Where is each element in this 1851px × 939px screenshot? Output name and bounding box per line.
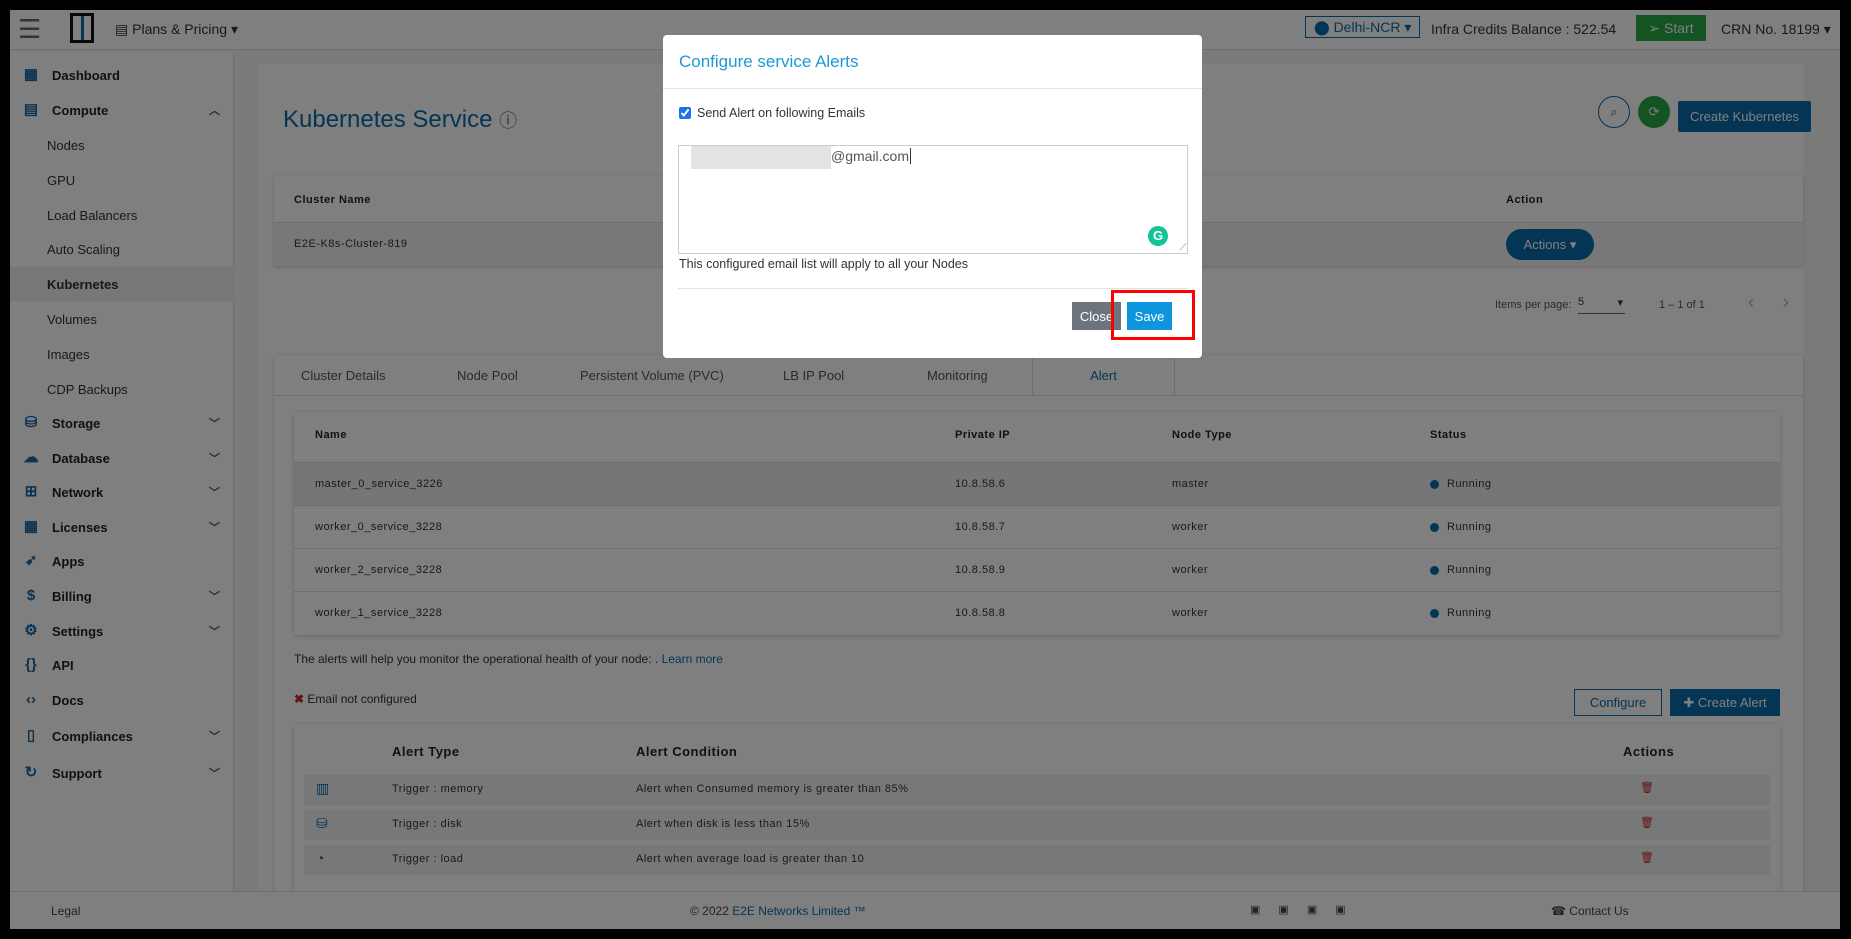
- divider: [663, 88, 1202, 89]
- help-text: This configured email list will apply to…: [679, 257, 969, 271]
- email-text: @gmail.com: [831, 148, 912, 164]
- send-alert-checkbox[interactable]: [679, 107, 691, 119]
- save-highlight-box: [1111, 290, 1195, 340]
- send-alert-label: Send Alert on following Emails: [697, 106, 866, 120]
- redacted-email-blur: [691, 146, 831, 169]
- resize-handle-icon[interactable]: ⟋: [1180, 242, 1186, 253]
- divider: [678, 288, 1188, 289]
- send-alert-row: Send Alert on following Emails: [679, 106, 865, 120]
- configure-alerts-modal: Configure service Alerts Send Alert on f…: [663, 35, 1202, 358]
- modal-title: Configure service Alerts: [679, 52, 859, 71]
- grammarly-icon[interactable]: G: [1148, 226, 1168, 246]
- email-textarea[interactable]: @gmail.com G ⟋: [678, 145, 1188, 254]
